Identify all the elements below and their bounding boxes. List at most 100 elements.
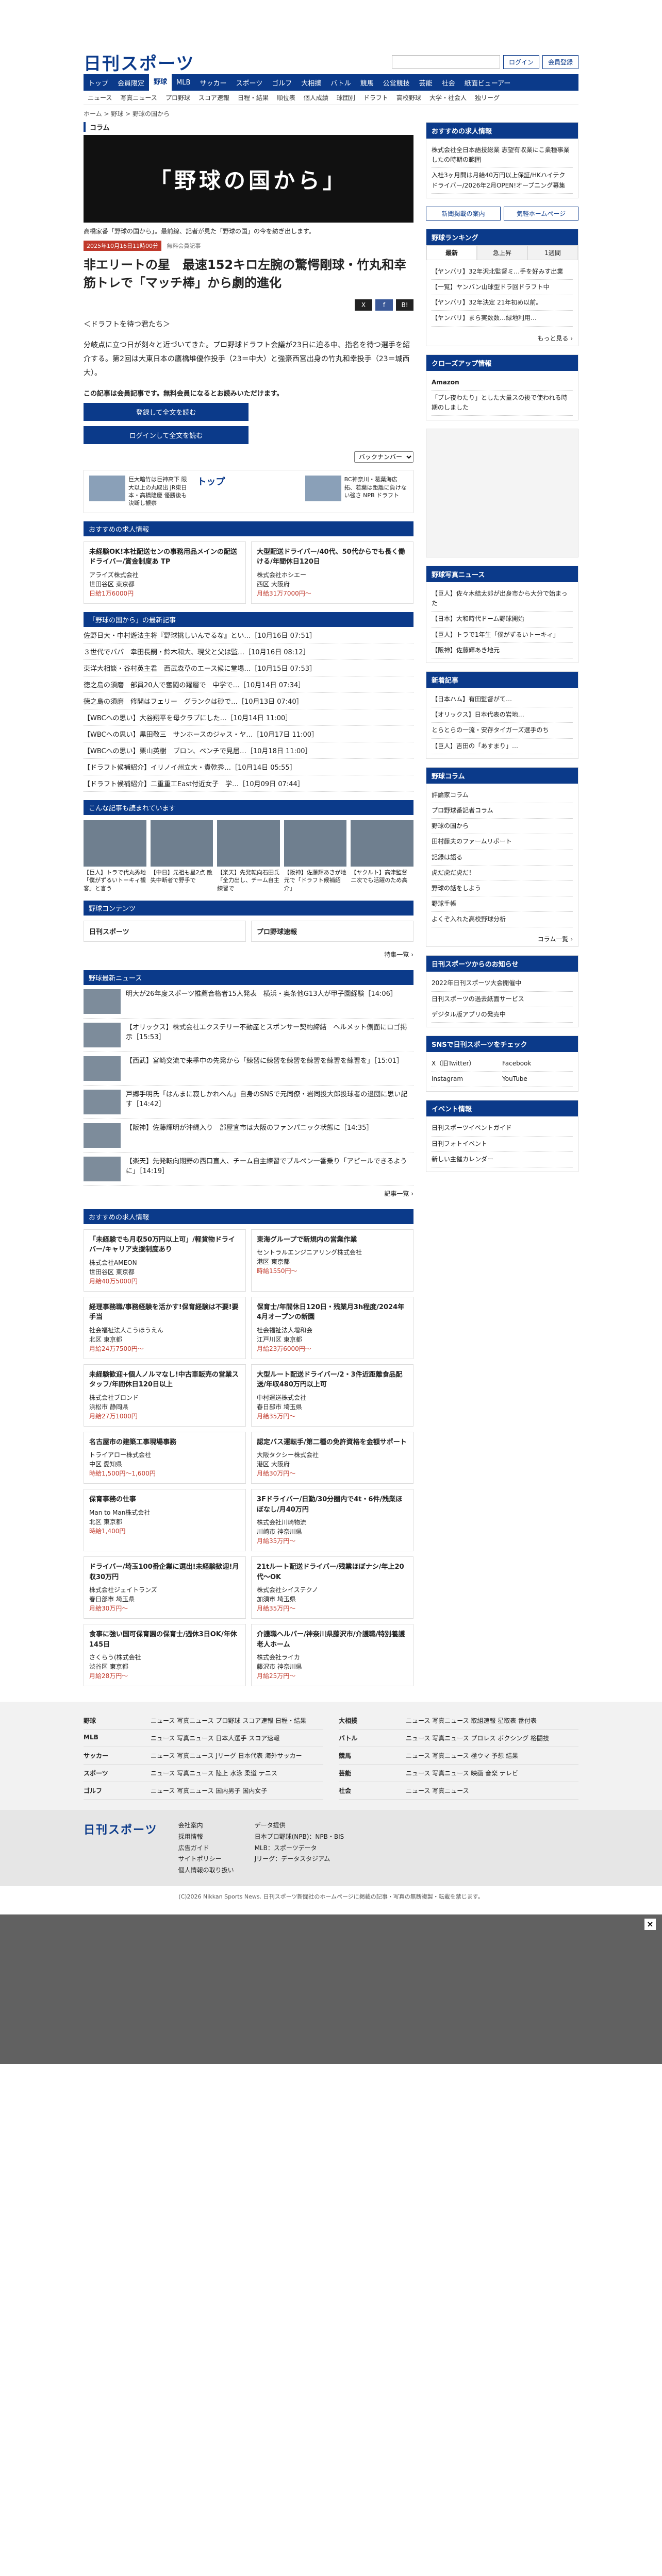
nav-item[interactable]: 芸能 bbox=[415, 78, 437, 88]
subnav-item[interactable]: 写真ニュース bbox=[116, 93, 161, 102]
subnav-item[interactable]: 個人成績 bbox=[300, 93, 333, 102]
sns-link[interactable]: Instagram bbox=[432, 1072, 502, 1088]
side-ad[interactable] bbox=[426, 429, 578, 558]
photo-news-item[interactable]: 【日本】大和時代ドーム野球開始 bbox=[432, 612, 573, 628]
footer-link[interactable]: データ提供 bbox=[255, 1820, 344, 1832]
footer-category[interactable]: サッカー bbox=[84, 1751, 145, 1760]
nav-item[interactable]: 会員限定 bbox=[113, 78, 149, 88]
job-card[interactable]: 名古屋市の建築工事現場事務 トライアロー株式会社 中区 愛知県 時給1,500円〜1,… bbox=[84, 1431, 246, 1484]
job-card[interactable]: 「未経験でも月収50万円以上可」/軽貨物ドライバー/キャリア支援制度あり 株式会社… bbox=[84, 1229, 246, 1292]
latest-item[interactable]: 【ドラフト候補紹介】二重重工East付近女子 学…［10月09日 07:44］ bbox=[84, 775, 413, 792]
footer-category[interactable]: 芸能 bbox=[339, 1769, 401, 1777]
photo-item[interactable]: 【巨人】トラで代丸秀地「僕がずるいトーキィ観客」と言う bbox=[84, 820, 146, 892]
footer-link[interactable]: 採用情報 bbox=[178, 1832, 234, 1843]
column-item[interactable]: 野球の話をしよう bbox=[432, 881, 573, 897]
job-card[interactable]: 保育士/年間休日120日・残業月3h程度/2024年4月オープンの新園 社会福祉法… bbox=[251, 1296, 413, 1359]
notice-item[interactable]: 日刊スポーツの過去紙面サービス bbox=[432, 992, 573, 1007]
side-job-item[interactable]: 株式会社全日本語技総業 志望有収業にこ業種事業したの時期の範囲 bbox=[432, 143, 573, 168]
search-input[interactable] bbox=[391, 55, 500, 69]
photo-news-item[interactable]: 【巨人】トラで1年生「僕がずるいトーキィ」 bbox=[432, 628, 573, 643]
job-card[interactable]: 経理事務職/事務経験を活かす!保育経験は不要!要手当 社会福祉法人こうほうえん 北区… bbox=[84, 1296, 246, 1359]
job-card[interactable]: 食事に強い国可保育園の保育士/週休3日OK/年休145日 さくらう(株式会社 渋谷区… bbox=[84, 1624, 246, 1687]
side-link-button[interactable]: 新聞掲載の案内 bbox=[426, 206, 501, 221]
latest-item[interactable]: 【WBCへの思い】大谷翔平を母クラブにした…［10月14日 11:00］ bbox=[84, 709, 413, 726]
footer-link[interactable]: 個人情報の取り扱い bbox=[178, 1865, 234, 1876]
footer-category-links[interactable]: ニュース 写真ニュース bbox=[406, 1786, 469, 1795]
side-job-item[interactable]: 入社3ヶ月間は月給40万円以上保証/HKハイテク ドライバー/2026年2月OP… bbox=[432, 168, 573, 194]
news-item[interactable]: 【オリックス】株式会社エクステリー不動産とスポンサー契約締結 ヘルメット側面にロ… bbox=[84, 1019, 413, 1052]
footer-link[interactable]: 日本プロ野球(NPB)：NPB・BIS bbox=[255, 1832, 344, 1843]
footer-category[interactable]: 競馬 bbox=[339, 1751, 401, 1760]
sns-link[interactable]: Facebook bbox=[502, 1056, 573, 1072]
site-logo[interactable]: 日刊スポーツ bbox=[84, 49, 194, 75]
column-item[interactable]: 記録は語る bbox=[432, 850, 573, 866]
footer-category[interactable]: 社会 bbox=[339, 1786, 401, 1795]
photo-item[interactable]: 【ヤクルト】高津監督 二次でも活躍のため高 bbox=[351, 820, 413, 892]
nav-item[interactable]: 野球 bbox=[149, 74, 172, 91]
job-card[interactable]: 未経験OK!本社配送センの事務用品メインの配送ドライバー/賞金制度あ TP アライ… bbox=[84, 541, 246, 604]
footer-category-links[interactable]: ニュース 写真ニュース 日本人選手 スコア速報 bbox=[151, 1734, 279, 1742]
ranking-item[interactable]: 【一覧】ヤンバン山球型ドラ回ドラフト中 bbox=[432, 280, 573, 296]
nav-item[interactable]: 競馬 bbox=[356, 78, 378, 88]
new-article-item[interactable]: 【オリックス】日本代表の岩地… bbox=[432, 707, 573, 723]
subnav-item[interactable]: 順位表 bbox=[273, 93, 300, 102]
subnav-item[interactable]: ニュース bbox=[84, 93, 116, 102]
column-item[interactable]: 野球手帳 bbox=[432, 896, 573, 912]
x-share-icon[interactable]: X bbox=[355, 299, 372, 311]
new-article-item[interactable]: 【巨人】吉田の「あすまり」… bbox=[432, 739, 573, 754]
event-item[interactable]: 日刊スポーツイベントガイド bbox=[432, 1121, 573, 1137]
footer-link[interactable]: 広告ガイド bbox=[178, 1843, 234, 1854]
facebook-share-icon[interactable]: f bbox=[375, 299, 393, 311]
footer-link[interactable]: Jリーグ：データスタジアム bbox=[255, 1854, 344, 1865]
news-item[interactable]: 明大が26年度スポーツ推薦合格者15人発表 横浜・奥条他G13人が甲子園経験［1… bbox=[84, 985, 413, 1019]
latest-item[interactable]: ３世代でパパ 幸田長嗣・鈴木和大、現父と父は監…［10月16日 08:12］ bbox=[84, 643, 413, 660]
footer-category[interactable]: 野球 bbox=[84, 1716, 145, 1725]
sns-link[interactable]: YouTube bbox=[502, 1072, 573, 1088]
footer-logo[interactable]: 日刊スポーツ bbox=[84, 1820, 158, 1876]
event-item[interactable]: 日刊フォトイベント bbox=[432, 1137, 573, 1152]
close-icon[interactable]: × bbox=[644, 1919, 656, 1930]
ranking-more-link[interactable]: もっと見る › bbox=[426, 331, 578, 346]
subnav-item[interactable]: 日程・結果 bbox=[234, 93, 273, 102]
photo-item[interactable]: 【楽天】先発転向石田氏 「全力出し、チーム自主練習で bbox=[217, 820, 280, 892]
latest-item[interactable]: 【WBCへの思い】黒田敬三 サンホースのジャス・ヤ…［10月17日 11:00］ bbox=[84, 726, 413, 742]
event-item[interactable]: 新しい主催カレンダー bbox=[432, 1152, 573, 1167]
subnav-item[interactable]: 独リーグ bbox=[471, 93, 504, 102]
column-item[interactable]: 虎だ虎だ虎だ！ bbox=[432, 866, 573, 881]
nav-item[interactable]: 紙面ビューアー bbox=[460, 78, 516, 88]
hatena-share-icon[interactable]: B! bbox=[396, 299, 413, 311]
job-card[interactable]: 大型配送ドライバー/40代、50代からでも長く働ける/年間休日120日 株式会社ホ… bbox=[251, 541, 413, 604]
latest-item[interactable]: 【WBCへの思い】栗山英樹 ブロン、ベンチで見届…［10月18日 11:00］ bbox=[84, 742, 413, 759]
column-item[interactable]: 田村藤夫のファームリポート bbox=[432, 834, 573, 850]
subnav-item[interactable]: プロ野球 bbox=[161, 93, 194, 102]
nav-item[interactable]: 公営競技 bbox=[378, 78, 415, 88]
subnav-item[interactable]: 大学・社会人 bbox=[425, 93, 471, 102]
amazon-title[interactable]: Amazon bbox=[432, 375, 573, 391]
latest-item[interactable]: 佐野日大・中村遊法主将『野球挑しいんでるな』とい…［10月16日 07:51］ bbox=[84, 627, 413, 643]
footer-category-links[interactable]: ニュース 写真ニュース 取組速報 星取表 番付表 bbox=[406, 1716, 537, 1725]
side-link-button[interactable]: 気軽ホームページ bbox=[504, 206, 578, 221]
latest-item[interactable]: 【ドラフト候補紹介】イリノイ州立大・貴乾秀…［10月14日 05:55］ bbox=[84, 759, 413, 775]
footer-category-links[interactable]: ニュース 写真ニュース プロレス ボクシング 格闘技 bbox=[406, 1734, 549, 1742]
nav-item[interactable]: サッカー bbox=[195, 78, 231, 88]
news-item[interactable]: 【阪神】佐藤輝明が沖縄入り 部屋宜市は大阪のファンパニック状態に［14:35］ bbox=[84, 1119, 413, 1153]
contents-item[interactable]: プロ野球速報 bbox=[251, 920, 413, 942]
photo-news-item[interactable]: 【巨人】佐々木結太郎が出身市から大分で始まった bbox=[432, 586, 573, 612]
column-item[interactable]: よくぞ入れた高校野球分析 bbox=[432, 912, 573, 928]
footer-category[interactable]: ゴルフ bbox=[84, 1786, 145, 1795]
contents-item[interactable]: 日刊スポーツ bbox=[84, 920, 246, 942]
promo-item[interactable]: トップ bbox=[197, 476, 300, 507]
news-item[interactable]: 【西武】宮崎交流で来季中の先発から「練習に練習を練習を練習を練習を練習を」［15… bbox=[84, 1052, 413, 1086]
ranking-tab-rising[interactable]: 急上昇 bbox=[477, 245, 527, 260]
ranking-tab-week[interactable]: 1週間 bbox=[527, 245, 578, 260]
subnav-item[interactable]: スコア速報 bbox=[194, 93, 234, 102]
ranking-tab-latest[interactable]: 最新 bbox=[426, 245, 477, 260]
job-card[interactable]: 大型ルート配送ドライバー/2・3件近距離食品配送/年収480万円以上可 中村運送株… bbox=[251, 1364, 413, 1427]
notice-item[interactable]: 2022年日刊スポーツ大会開催中 bbox=[432, 976, 573, 992]
job-card[interactable]: 未経験歓迎+個人ノルマなし!中古車販売の営業スタッフ/年間休日120日以上 株式会… bbox=[84, 1364, 246, 1427]
column-item[interactable]: 評論家コラム bbox=[432, 788, 573, 803]
new-article-item[interactable]: 【日本ハム】有田監督がて… bbox=[432, 692, 573, 708]
job-card[interactable]: ドライバー/埼玉100番企業に選出!未経験歓迎!月収30万円 株式会社ジェイトラン… bbox=[84, 1556, 246, 1619]
footer-category-links[interactable]: ニュース 写真ニュース 国内男子 国内女子 bbox=[151, 1786, 267, 1795]
amazon-desc[interactable]: 「プレ夜わたり」とした大量スの後で使われる時期のしました bbox=[432, 391, 573, 416]
